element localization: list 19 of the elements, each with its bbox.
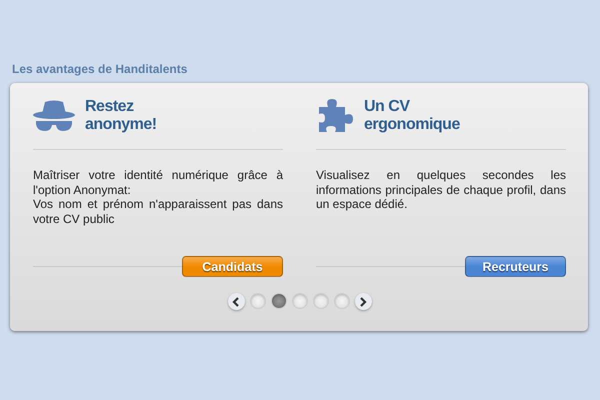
feature-description: Vos nom et prénom n'apparaissent pas dans votre CV public	[33, 197, 283, 226]
spy-icon	[33, 99, 75, 133]
chevron-right-icon	[359, 296, 367, 306]
page-dot[interactable]	[292, 293, 308, 309]
feature-title: Restez anonyme!	[85, 98, 157, 134]
page-dot[interactable]	[334, 293, 350, 309]
section-heading: Les avantages de Handitalents	[12, 62, 188, 76]
cta-button[interactable]: Candidats	[182, 256, 283, 277]
feature-description: Maîtriser votre identité numérique grâce à l'option Anonymat:	[33, 168, 283, 197]
page-dot[interactable]	[270, 293, 286, 309]
feature-title: Un CV ergonomique	[364, 98, 460, 134]
puzzle-piece-icon	[316, 97, 354, 135]
cta-button[interactable]: Recruteurs	[465, 256, 566, 277]
page-dot[interactable]	[250, 293, 266, 309]
chevron-left-icon	[232, 296, 240, 306]
page-dot[interactable]	[312, 293, 328, 309]
previous-button[interactable]	[228, 293, 244, 310]
feature-description: Visualisez en quelques secondes les informations principales de chaque profil, dans un espace dédié.	[316, 168, 566, 212]
next-button[interactable]	[354, 293, 372, 310]
